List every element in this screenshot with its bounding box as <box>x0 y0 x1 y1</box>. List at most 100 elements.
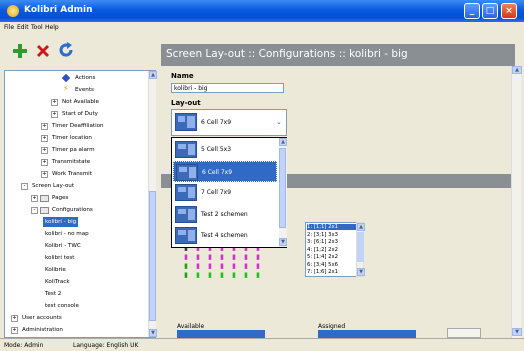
expand-icon[interactable]: + <box>51 99 58 106</box>
list-item[interactable]: 2: [3;1] 3x3 <box>307 232 338 238</box>
tree-item[interactable]: kolibri - no map <box>43 229 91 239</box>
name-input[interactable]: kolibri - big <box>171 83 284 93</box>
dropdown-option[interactable]: 5 Cell 5x3 <box>173 139 277 160</box>
tree-item[interactable]: Transmitstate <box>50 157 92 167</box>
expand-icon[interactable]: + <box>41 147 48 154</box>
dropdown-option[interactable]: Test 2 schemen <box>173 204 277 225</box>
scroll-up-icon[interactable]: ▲ <box>149 71 157 79</box>
tree-item[interactable]: kolibri test <box>43 253 77 263</box>
tree-item[interactable]: Work Transmit <box>50 169 94 179</box>
scroll-thumb[interactable] <box>357 232 364 262</box>
menu-help[interactable]: Help <box>45 24 59 31</box>
menu-bar: File Edit Tool Help <box>0 22 524 35</box>
refresh-icon[interactable] <box>58 42 74 59</box>
list-item[interactable]: 1: [1;1] 2x1 <box>307 224 356 230</box>
tree-item[interactable]: Kolibri - TWC <box>43 241 83 251</box>
list-item[interactable]: 4: [1;2] 2x2 <box>307 247 338 253</box>
scroll-down-icon[interactable]: ▼ <box>149 329 157 337</box>
tree-item[interactable]: Pages <box>50 193 70 203</box>
tree-item[interactable]: Actions <box>73 73 97 83</box>
scroll-thumb[interactable] <box>149 191 156 321</box>
expand-icon[interactable]: + <box>41 171 48 178</box>
panel-scrollbar[interactable]: ▲ ▼ <box>511 66 522 338</box>
list-item[interactable]: 5: [1;4] 2x2 <box>307 254 338 260</box>
window-title: Kolibri Admin <box>24 5 93 15</box>
menu-edit[interactable]: Edit <box>17 24 29 31</box>
available-label: Available <box>177 323 205 330</box>
scroll-up-icon[interactable]: ▲ <box>279 138 287 146</box>
layout-selected-value: 6 Cell 7x9 <box>201 119 232 126</box>
grid-cell-marker: ▮ <box>220 271 224 279</box>
grid-cell-marker: ▮ <box>184 271 188 279</box>
layout-thumbnail <box>175 227 197 244</box>
minimize-button[interactable]: _ <box>464 3 480 19</box>
expand-icon[interactable]: + <box>41 159 48 166</box>
expand-icon[interactable]: + <box>41 135 48 142</box>
layout-dropdown-list[interactable]: 5 Cell 5x3 6 Cell 7x9 7 Cell 7x9 Test 2 sch… <box>171 137 287 248</box>
toolbar <box>0 35 160 67</box>
list-item[interactable]: 7: [1;6] 2x1 <box>307 269 338 275</box>
tree-item[interactable]: Screen Lay-out <box>30 181 76 191</box>
delete-icon[interactable] <box>35 43 51 59</box>
available-list[interactable] <box>177 330 265 338</box>
tree-item[interactable]: Timer Deaffiliation <box>50 121 106 131</box>
layout-thumbnail <box>175 141 197 158</box>
event-icon: ⚡ <box>63 84 69 93</box>
tree-item[interactable]: Configurations <box>50 205 95 215</box>
cell-list-scrollbar[interactable]: ▲ ▼ <box>356 222 365 277</box>
tree-item[interactable]: kolibri - big <box>43 217 79 227</box>
chevron-down-icon[interactable]: ⌄ <box>276 118 282 126</box>
tree-item[interactable]: User accounts <box>20 313 64 323</box>
scroll-up-icon[interactable]: ▲ <box>512 66 522 74</box>
list-item[interactable]: 6: [3;4] 5x6 <box>307 262 338 268</box>
tree-item[interactable]: Start of Duty <box>60 109 100 119</box>
tree-item[interactable]: Kolibrie <box>43 265 68 275</box>
collapse-icon[interactable]: - <box>21 183 28 190</box>
maximize-button[interactable]: □ <box>482 3 498 19</box>
assigned-config-list[interactable] <box>318 330 416 338</box>
scroll-down-icon[interactable]: ▼ <box>279 238 287 246</box>
tree-scrollbar[interactable]: ▲ ▼ <box>148 71 157 337</box>
layout-thumbnail <box>175 184 197 201</box>
collapse-icon[interactable]: - <box>31 207 38 214</box>
scroll-down-icon[interactable]: ▼ <box>512 328 522 336</box>
tree-item[interactable]: Timer pa alarm <box>50 145 97 155</box>
menu-file[interactable]: File <box>4 24 14 31</box>
close-button[interactable]: × <box>501 3 517 19</box>
add-icon[interactable] <box>12 43 28 59</box>
grid-cell-marker: ▮ <box>232 262 236 270</box>
expand-icon[interactable]: + <box>31 195 38 202</box>
tree-item[interactable]: Test 2 <box>43 289 63 299</box>
maximize-icon: □ <box>485 6 495 16</box>
layout-thumbnail <box>176 163 198 181</box>
tree-item[interactable]: test console <box>43 301 81 311</box>
close-icon: × <box>505 6 513 16</box>
dropdown-option[interactable]: Test 4 schemen <box>173 225 277 246</box>
dropdown-option-label: Test 2 schemen <box>201 210 248 218</box>
scroll-thumb[interactable] <box>279 148 286 228</box>
dropdown-option[interactable]: 6 Cell 7x9 <box>173 160 277 182</box>
grid-cell-marker: ▮ <box>256 262 260 270</box>
grid-cell-marker: ▮ <box>256 271 260 279</box>
tree-item[interactable]: Not Available <box>60 97 101 107</box>
expand-icon[interactable]: + <box>41 123 48 130</box>
scroll-up-icon[interactable]: ▲ <box>357 223 365 231</box>
list-item[interactable]: 3: [6;1] 2x3 <box>307 239 338 245</box>
tree-item[interactable]: Administration <box>20 325 65 335</box>
grid-cell-marker: ▮ <box>232 271 236 279</box>
expand-icon[interactable]: + <box>51 111 58 118</box>
app-icon <box>7 5 19 17</box>
status-mode: Mode: Admin <box>4 342 44 349</box>
tree-item[interactable]: Timer location <box>50 133 94 143</box>
dropdown-scrollbar[interactable]: ▲ ▼ <box>279 138 287 247</box>
layout-combobox[interactable]: 6 Cell 7x9 ⌄ <box>171 109 287 136</box>
tree-item[interactable]: Events <box>73 85 96 95</box>
expand-icon[interactable]: + <box>11 327 18 334</box>
menu-tool[interactable]: Tool <box>31 24 43 31</box>
cell-assignment-list[interactable]: 1: [1;1] 2x1 2: [3;1] 3x3 3: [6;1] 2x3 4: [… <box>305 222 360 277</box>
tree-item[interactable]: KoliTrack <box>43 277 72 287</box>
expand-icon[interactable]: + <box>11 315 18 322</box>
dropdown-option[interactable]: 7 Cell 7x9 <box>173 182 277 203</box>
scroll-down-icon[interactable]: ▼ <box>357 268 365 276</box>
action-button[interactable] <box>447 328 481 338</box>
